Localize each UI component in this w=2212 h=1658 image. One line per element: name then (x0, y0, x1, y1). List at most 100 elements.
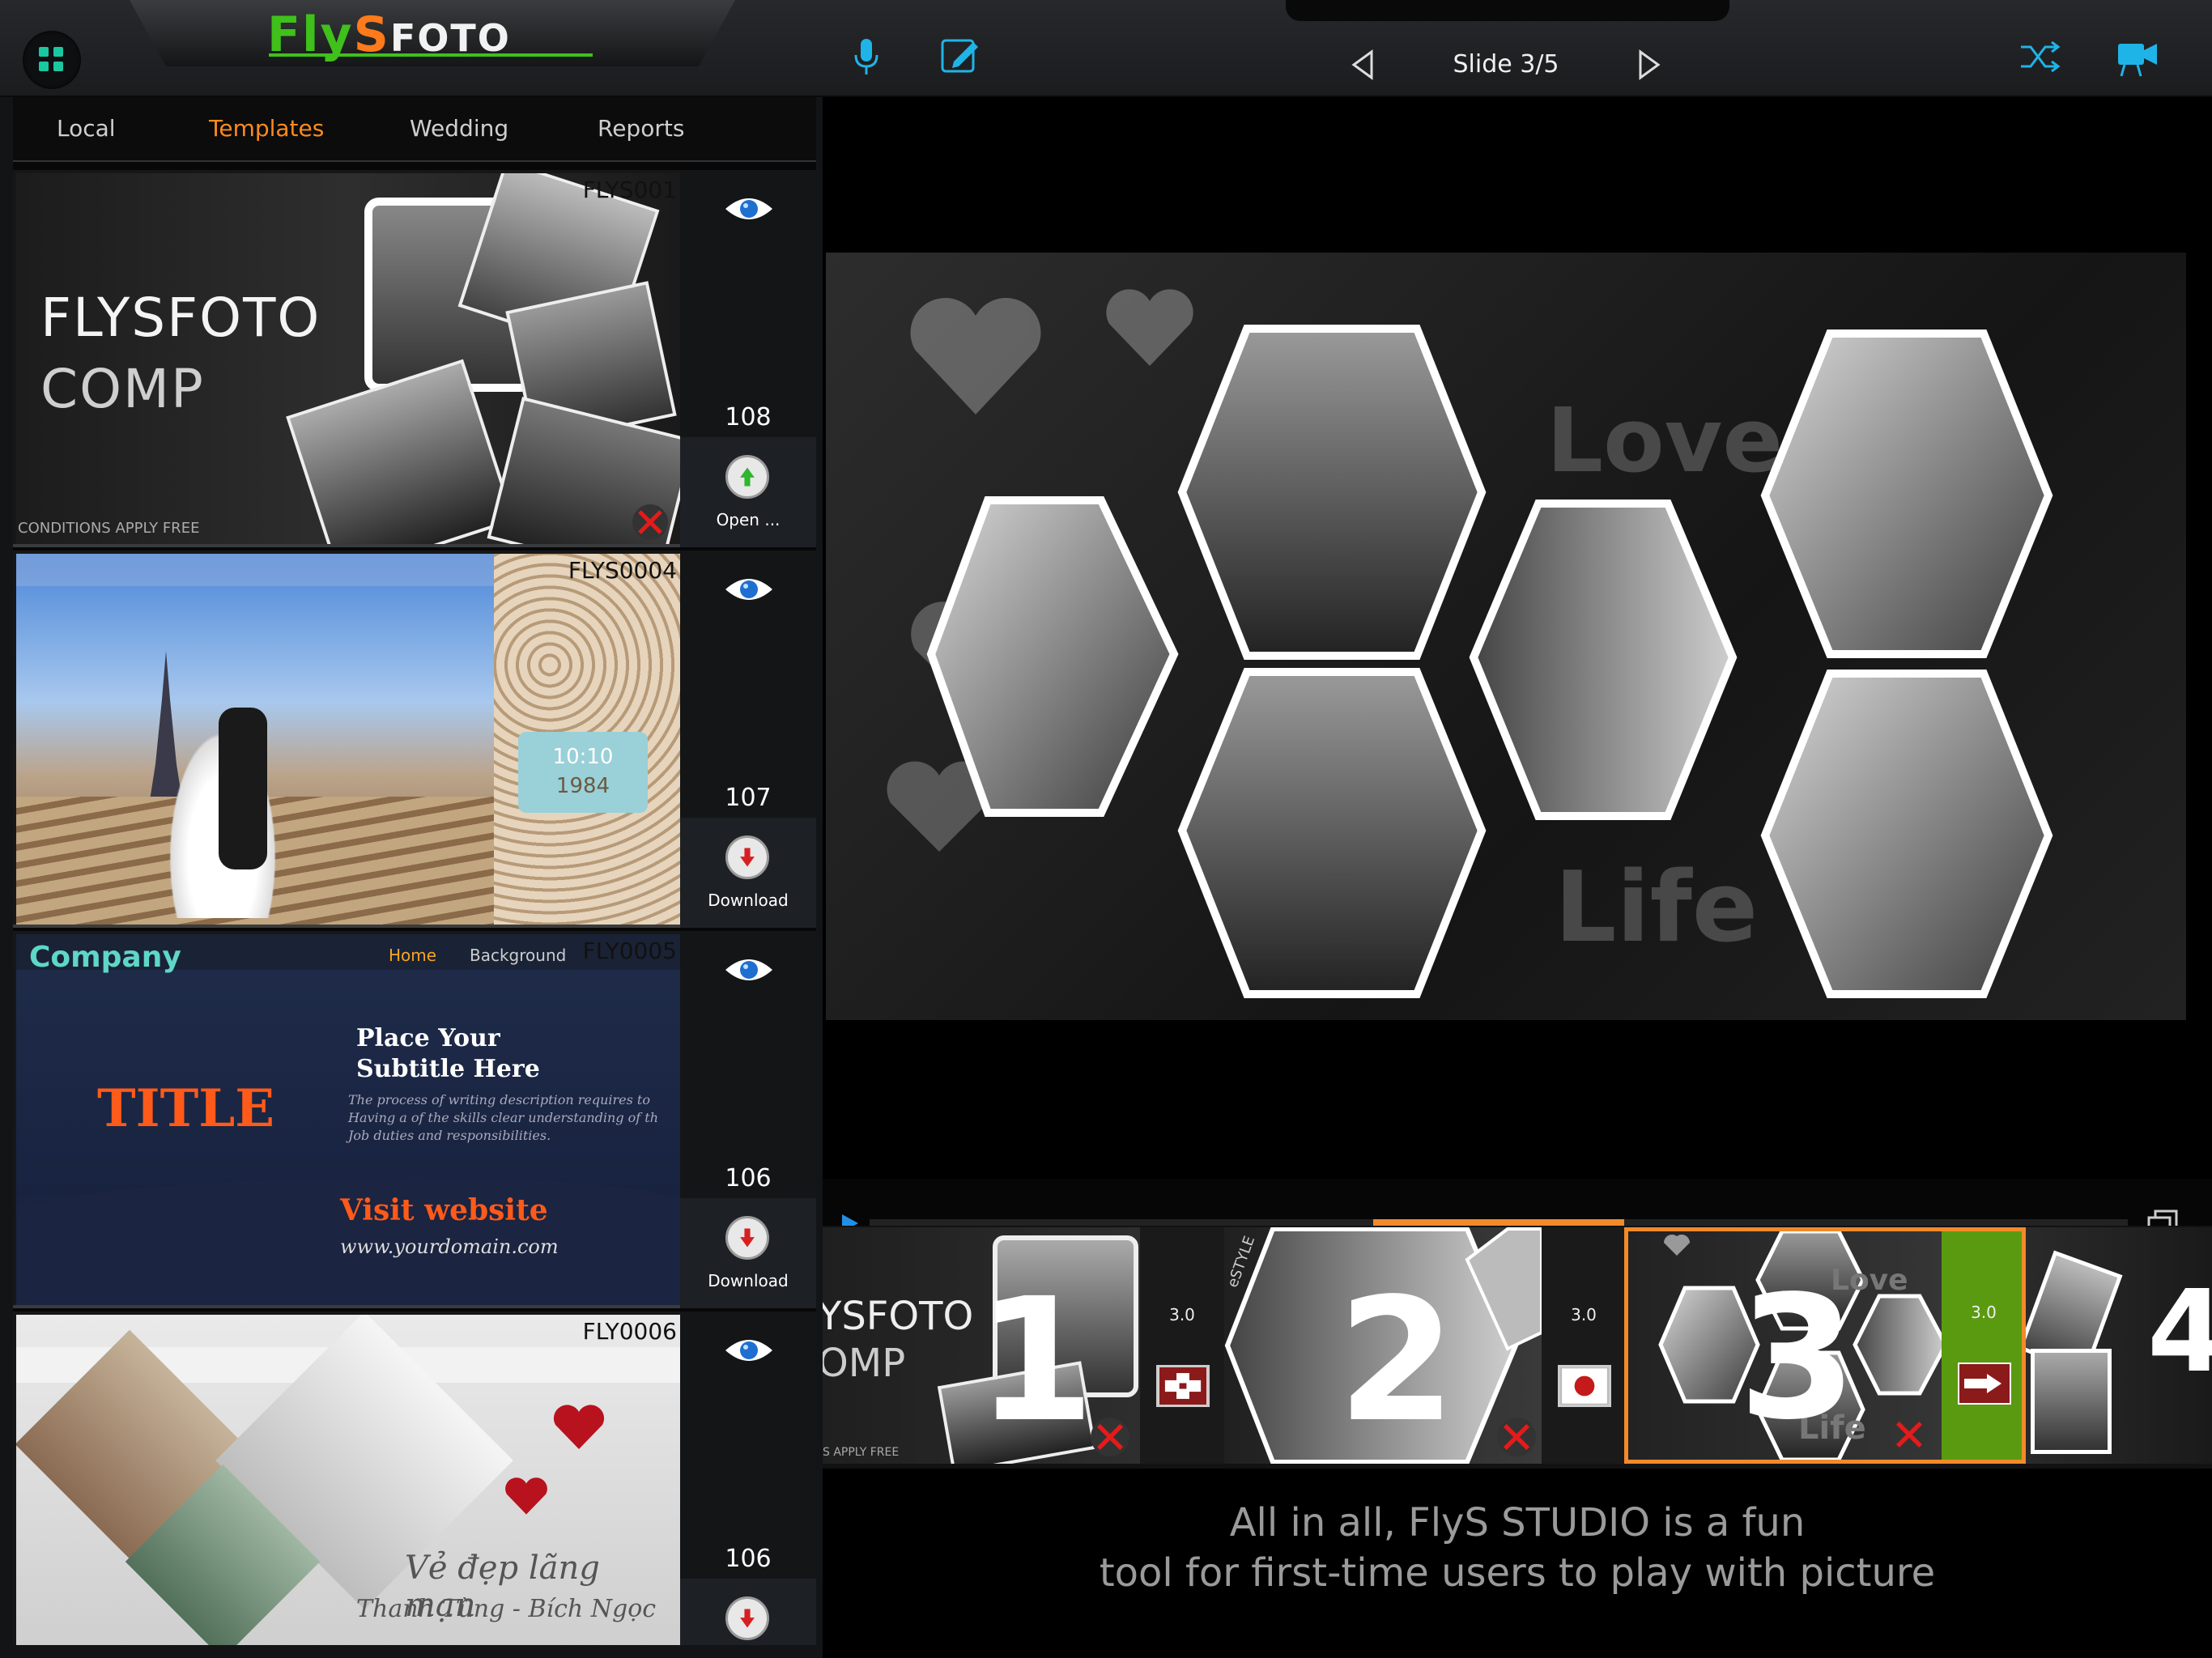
frame-photo (2031, 1349, 2112, 1454)
timeline-frame[interactable]: YSFOTO OMP S APPLY FREE 1 (823, 1227, 1140, 1464)
timeline-frame[interactable]: eSTYLE 2 (1224, 1227, 1542, 1464)
caption-line-2: tool for first-time users to play with p… (1099, 1550, 1936, 1596)
video-camera-icon[interactable] (2113, 32, 2162, 81)
thumb-groom (219, 708, 267, 869)
thumb-body: The process of writing description requi… (348, 1092, 659, 1143)
template-thumbnail[interactable]: Vẻ đẹp lãng mạn Thanh Tùng - Bích Ngọc (16, 1315, 680, 1645)
delete-icon[interactable] (1090, 1417, 1130, 1457)
collage-canvas: Love Life (887, 289, 2053, 998)
template-card[interactable]: FLYSFOTO COMP CONDITIONS APPLY FREE FLYS… (13, 170, 816, 547)
timeline-frame[interactable]: 4 (2026, 1227, 2212, 1464)
transition-slot-selected[interactable]: 3.0 (1942, 1231, 2022, 1460)
thumb-year: 1984 (555, 774, 610, 798)
thumb-footer: CONDITIONS APPLY FREE (18, 520, 200, 537)
view-count: 106 (725, 1164, 772, 1192)
thumb-subtitle: COMP (40, 358, 205, 420)
view-count: 106 (725, 1545, 772, 1573)
microphone-icon[interactable] (842, 32, 891, 81)
thumb-subtitle: Place Your Subtitle Here (356, 1024, 540, 1083)
slide-preview[interactable]: Love Life (826, 253, 2186, 1020)
caption: All in all, FlyS STUDIO is a fun tool fo… (823, 1498, 2212, 1598)
eye-icon[interactable] (724, 1334, 774, 1367)
view-count: 107 (725, 784, 772, 812)
delete-icon[interactable] (1889, 1414, 1929, 1455)
eye-icon[interactable] (724, 193, 774, 225)
template-card[interactable]: Company Home Background TITLE Place Your… (13, 931, 816, 1308)
heart-icon (505, 1477, 547, 1515)
photo-hexagon-camera-bottom (1177, 668, 1487, 998)
tab-reports[interactable]: Reports (598, 115, 684, 142)
thumb-company: Company (29, 941, 181, 974)
photo-hexagon-camera-top (1177, 325, 1487, 660)
timeline-frame-selected[interactable]: Love Life 3 3.0 (1624, 1227, 2026, 1464)
thumb-date-badge: 10:10 1984 (518, 732, 648, 813)
thumb-nav-background: Background (470, 946, 567, 965)
template-thumbnail[interactable]: 10:10 1984 (16, 554, 680, 925)
app-window: FlySFOTO Slide 3/5 Local Templates Weddi… (0, 0, 2212, 1658)
top-toolbar: FlySFOTO Slide 3/5 (0, 0, 2212, 97)
frame-number: 4 (2147, 1266, 2212, 1398)
frame-text: YSFOTO (823, 1294, 974, 1339)
template-code: FLY0006 (582, 1318, 677, 1345)
open-icon[interactable] (725, 455, 769, 499)
download-icon[interactable] (725, 1596, 769, 1640)
transition-duration: 3.0 (1971, 1303, 1997, 1322)
delete-icon[interactable] (632, 504, 669, 541)
template-card[interactable]: 10:10 1984 FLYS0004 107 Download (13, 551, 816, 928)
thumb-script-names: Thanh Tùng - Bích Ngọc (356, 1595, 657, 1623)
template-actions: 106 (680, 1312, 816, 1645)
transition-duration: 3.0 (1571, 1305, 1597, 1324)
frame-number: 3 (1738, 1259, 1857, 1457)
template-thumbnail[interactable]: Company Home Background TITLE Place Your… (16, 934, 680, 1305)
next-icon[interactable] (1624, 40, 1673, 89)
template-code: FLYS001 (582, 176, 677, 203)
tab-wedding[interactable]: Wedding (410, 115, 508, 142)
template-card[interactable]: Vẻ đẹp lãng mạn Thanh Tùng - Bích Ngọc F… (13, 1312, 816, 1645)
thumb-title: FLYSFOTO (40, 287, 321, 349)
transition-icon[interactable] (1156, 1365, 1210, 1407)
transition-icon[interactable] (1958, 1363, 2011, 1405)
download-icon[interactable] (725, 835, 769, 879)
preview-word-life: Life (1555, 852, 1758, 964)
photo-hexagon-parrot (1760, 329, 2053, 658)
tab-bar: Local Templates Wedding Reports (13, 97, 816, 162)
edit-icon[interactable] (936, 32, 985, 81)
template-code: FLY0005 (582, 937, 677, 964)
logo-underline (269, 53, 593, 57)
photo-hexagon-birds (926, 496, 1179, 817)
photo-hexagon-couple (1469, 500, 1738, 820)
transition-duration: 3.0 (1169, 1305, 1195, 1324)
preview-word-love: Love (1546, 389, 1783, 492)
tab-templates[interactable]: Templates (209, 115, 324, 142)
thumb-nav-home: Home (389, 946, 437, 965)
frame-text: OMP (823, 1341, 906, 1386)
top-notch (1286, 0, 1729, 21)
previous-icon[interactable] (1339, 40, 1388, 89)
action-label[interactable]: Download (680, 891, 816, 910)
slide-counter: Slide 3/5 (1453, 50, 1559, 79)
eye-icon[interactable] (724, 954, 774, 986)
template-actions: 106 Download (680, 931, 816, 1308)
template-code: FLYS0004 (568, 557, 677, 584)
photo-hexagon-bird (1760, 670, 2053, 998)
shuffle-icon[interactable] (2016, 32, 2065, 81)
action-label[interactable]: Open ... (680, 510, 816, 529)
transition-icon[interactable] (1558, 1365, 1611, 1407)
eye-icon[interactable] (724, 573, 774, 606)
template-thumbnail[interactable]: FLYSFOTO COMP CONDITIONS APPLY FREE (16, 173, 680, 544)
download-icon[interactable] (725, 1216, 769, 1260)
thumb-title: TITLE (97, 1078, 274, 1139)
delete-icon[interactable] (1496, 1417, 1537, 1457)
preview-panel: Love Life YSFOTO OMP S APPLY FREE 1 3.0 … (823, 97, 2212, 1658)
template-actions: 107 Download (680, 551, 816, 928)
transition-slot[interactable]: 3.0 (1140, 1227, 1224, 1464)
action-label[interactable]: Download (680, 1271, 816, 1290)
template-actions: 108 Open ... (680, 170, 816, 547)
tab-local[interactable]: Local (57, 115, 116, 142)
grid-icon[interactable] (23, 31, 81, 89)
transition-slot[interactable]: 3.0 (1542, 1227, 1626, 1464)
frame-footer: S APPLY FREE (823, 1446, 900, 1459)
caption-line-1: All in all, FlyS STUDIO is a fun (1229, 1500, 1806, 1545)
thumb-domain: www.yourdomain.com (340, 1235, 559, 1258)
frame-number: 1 (976, 1261, 1095, 1460)
